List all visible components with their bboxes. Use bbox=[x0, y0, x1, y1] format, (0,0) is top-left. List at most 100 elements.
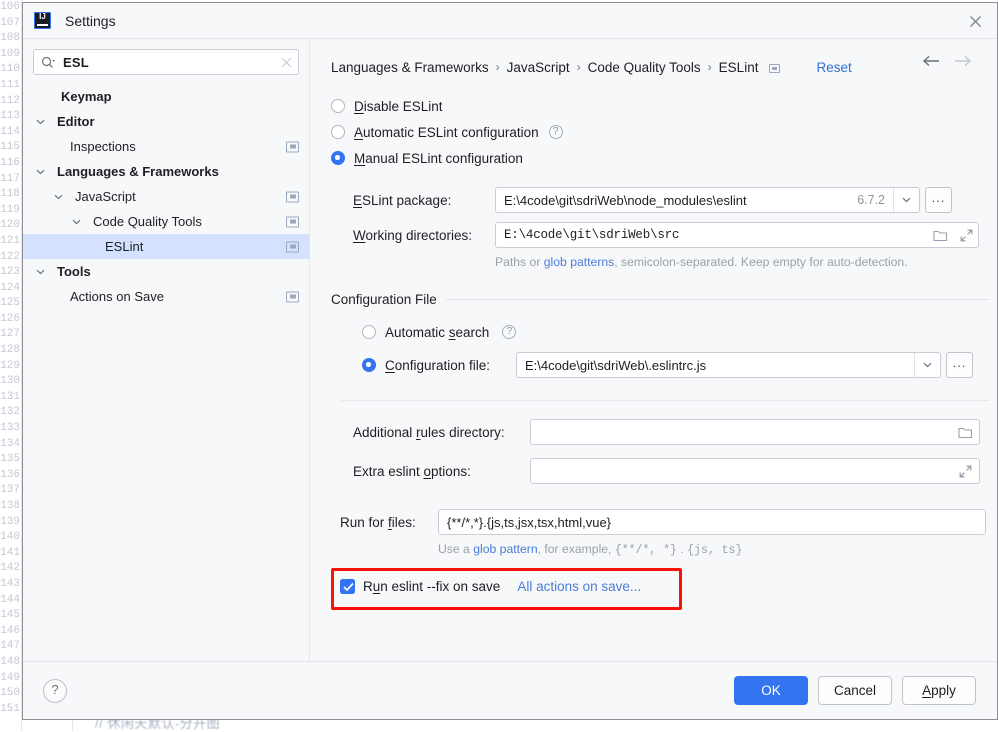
arrow-right-icon bbox=[953, 55, 972, 67]
chevron-down-icon[interactable] bbox=[33, 115, 47, 129]
run-for-files-label: Run for files: bbox=[340, 515, 438, 530]
radio-disable-eslint[interactable]: Disable ESLint bbox=[331, 93, 997, 119]
editor-gutter-line-numbers: 106 107 108 109 110 111 112 113 114 115 … bbox=[0, 0, 21, 731]
sidebar-item-label: Editor bbox=[57, 114, 95, 129]
dialog-footer: ? OK Cancel Apply bbox=[23, 661, 997, 719]
additional-rules-directory-row: Additional rules directory: bbox=[353, 419, 997, 445]
breadcrumb: Languages & Frameworks › JavaScript › Co… bbox=[310, 39, 997, 79]
settings-screen-icon bbox=[286, 291, 299, 302]
additional-rules-directory-input[interactable] bbox=[530, 419, 980, 445]
chevron-down-icon[interactable] bbox=[33, 165, 47, 179]
working-directories-input[interactable]: E:\4code\git\sdriWeb\src bbox=[495, 222, 979, 248]
glob-patterns-link[interactable]: glob patterns bbox=[544, 255, 614, 269]
clear-icon[interactable] bbox=[281, 57, 292, 68]
reset-button[interactable]: Reset bbox=[816, 60, 851, 75]
help-icon[interactable]: ? bbox=[502, 325, 516, 339]
help-icon[interactable]: ? bbox=[43, 679, 67, 703]
settings-content-panel: Languages & Frameworks › JavaScript › Co… bbox=[310, 39, 997, 661]
sidebar-item-code-quality-tools[interactable]: Code Quality Tools bbox=[23, 209, 309, 234]
run-eslint-fix-on-save-checkbox[interactable] bbox=[340, 579, 355, 594]
run-for-files-hint: Use a glob pattern, for example, {**/*, … bbox=[438, 542, 997, 557]
configuration-file-row: Configuration file: E:\4code\git\sdriWeb… bbox=[362, 352, 997, 378]
breadcrumb-item-0[interactable]: Languages & Frameworks bbox=[331, 60, 489, 75]
radio-automatic-search[interactable]: Automatic search ? bbox=[362, 319, 997, 345]
breadcrumb-separator: › bbox=[577, 60, 581, 74]
eslint-package-browse-button[interactable]: ... bbox=[925, 187, 952, 213]
all-actions-on-save-link[interactable]: All actions on save... bbox=[517, 579, 641, 594]
sidebar-item-inspections[interactable]: Inspections bbox=[23, 134, 309, 159]
sidebar-item-keymap[interactable]: Keymap bbox=[23, 84, 309, 109]
sidebar-item-languages-frameworks[interactable]: Languages & Frameworks bbox=[23, 159, 309, 184]
sidebar-item-label: JavaScript bbox=[75, 189, 136, 204]
search-container: ESL bbox=[23, 39, 309, 75]
ok-button[interactable]: OK bbox=[734, 676, 808, 705]
search-input[interactable]: ESL bbox=[33, 49, 299, 75]
radio-button[interactable] bbox=[362, 358, 376, 372]
radio-button[interactable] bbox=[331, 125, 345, 139]
radio-button[interactable] bbox=[362, 325, 376, 339]
chevron-down-icon[interactable] bbox=[894, 197, 919, 203]
folder-icon[interactable] bbox=[927, 229, 954, 242]
eslint-package-value: E:\4code\git\sdriWeb\node_modules\eslint bbox=[504, 193, 857, 208]
settings-dialog: Settings ESL bbox=[22, 2, 998, 720]
chevron-down-icon[interactable] bbox=[33, 265, 47, 279]
expand-icon[interactable] bbox=[954, 229, 978, 242]
eslint-package-version: 6.7.2 bbox=[857, 193, 893, 207]
sidebar-item-javascript[interactable]: JavaScript bbox=[23, 184, 309, 209]
hint-code-example-1: {**/*, *} bbox=[615, 544, 677, 557]
radio-manual-eslint-configuration[interactable]: Manual ESLint configuration bbox=[331, 145, 997, 171]
chevron-down-icon[interactable] bbox=[69, 215, 83, 229]
settings-tree: Keymap Editor Inspections bbox=[23, 84, 309, 309]
sidebar-item-label: Tools bbox=[57, 264, 91, 279]
sidebar-item-eslint[interactable]: ESLint bbox=[23, 234, 309, 259]
apply-button[interactable]: Apply bbox=[902, 676, 976, 705]
run-for-files-input[interactable]: {**/*,*}.{js,ts,jsx,tsx,html,vue} bbox=[438, 509, 986, 535]
radio-label: Disable ESLint bbox=[354, 99, 443, 114]
hint-text-before: Use a bbox=[438, 542, 473, 556]
sidebar-item-label: Code Quality Tools bbox=[93, 214, 202, 229]
working-directories-label: Working directories: bbox=[353, 228, 495, 243]
cancel-button[interactable]: Cancel bbox=[818, 676, 892, 705]
hint-text-before: Paths or bbox=[495, 255, 544, 269]
sidebar-item-label: Keymap bbox=[61, 89, 112, 104]
glob-pattern-link[interactable]: glob pattern bbox=[473, 542, 537, 556]
dialog-body: ESL Keymap Editor bbox=[23, 39, 997, 661]
settings-screen-icon bbox=[286, 216, 299, 227]
breadcrumb-item-2[interactable]: Code Quality Tools bbox=[588, 60, 701, 75]
configuration-file-input[interactable]: E:\4code\git\sdriWeb\.eslintrc.js bbox=[516, 352, 941, 378]
expand-icon[interactable] bbox=[952, 465, 979, 478]
hint-code-example-2: {js, ts} bbox=[687, 544, 742, 557]
folder-icon[interactable] bbox=[952, 426, 979, 439]
sidebar-item-actions-on-save[interactable]: Actions on Save bbox=[23, 284, 309, 309]
chevron-down-icon[interactable] bbox=[51, 190, 65, 204]
configuration-file-browse-button[interactable]: ... bbox=[946, 352, 973, 378]
sidebar-item-label: Inspections bbox=[70, 139, 136, 154]
run-eslint-fix-on-save-label: Run eslint --fix on save bbox=[363, 579, 500, 594]
breadcrumb-item-3[interactable]: ESLint bbox=[719, 60, 759, 75]
radio-label: Manual ESLint configuration bbox=[354, 151, 523, 166]
radio-button[interactable] bbox=[331, 151, 345, 165]
configuration-file-value: E:\4code\git\sdriWeb\.eslintrc.js bbox=[525, 358, 914, 373]
breadcrumb-item-1[interactable]: JavaScript bbox=[507, 60, 570, 75]
help-icon[interactable]: ? bbox=[549, 125, 563, 139]
sidebar-item-editor[interactable]: Editor bbox=[23, 109, 309, 134]
arrow-left-icon[interactable] bbox=[922, 55, 941, 67]
extra-eslint-options-input[interactable] bbox=[530, 458, 980, 484]
run-eslint-fix-on-save-row: Run eslint --fix on save All actions on … bbox=[340, 579, 997, 594]
chevron-down-icon[interactable] bbox=[915, 362, 940, 368]
hint-text-mid2: . bbox=[677, 542, 687, 556]
radio-button[interactable] bbox=[331, 99, 345, 113]
settings-screen-icon bbox=[286, 141, 299, 152]
section-divider-line bbox=[341, 400, 989, 401]
run-for-files-row: Run for files: {**/*,*}.{js,ts,jsx,tsx,h… bbox=[340, 509, 997, 535]
eslint-package-input[interactable]: E:\4code\git\sdriWeb\node_modules\eslint… bbox=[495, 187, 920, 213]
sidebar-item-label: ESLint bbox=[105, 239, 143, 254]
extra-eslint-options-label: Extra eslint options: bbox=[353, 464, 530, 479]
close-icon[interactable] bbox=[963, 9, 987, 33]
configuration-file-label: Configuration file: bbox=[385, 358, 516, 373]
search-input-value: ESL bbox=[63, 55, 281, 70]
sidebar-item-label: Actions on Save bbox=[70, 289, 164, 304]
eslint-settings-form: Disable ESLint Automatic ESLint configur… bbox=[310, 79, 997, 594]
radio-automatic-eslint-configuration[interactable]: Automatic ESLint configuration ? bbox=[331, 119, 997, 145]
sidebar-item-tools[interactable]: Tools bbox=[23, 259, 309, 284]
